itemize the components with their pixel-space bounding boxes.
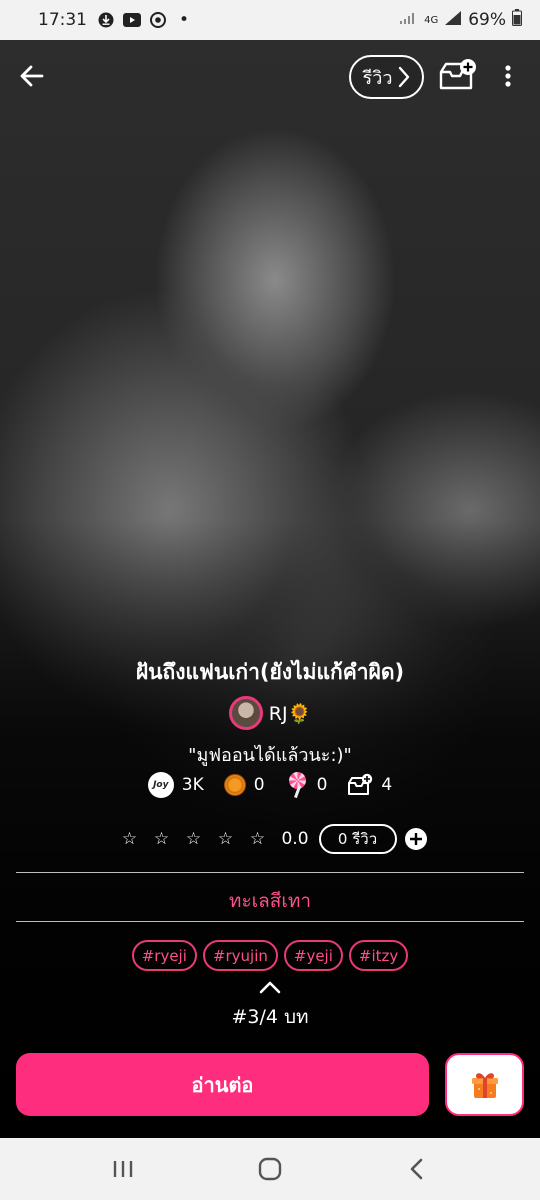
home-button[interactable] xyxy=(245,1149,295,1189)
system-nav-bar xyxy=(0,1138,540,1200)
status-time: 17:31 xyxy=(38,10,87,30)
divider-bottom xyxy=(16,921,524,922)
library-add-icon xyxy=(439,59,476,90)
continue-reading-label: อ่านต่อ xyxy=(191,1072,254,1097)
tag-list: #ryeji #ryujin #yeji #itzy xyxy=(0,940,540,971)
stat-library: 4 xyxy=(347,773,392,797)
add-review-button[interactable] xyxy=(404,828,427,850)
star-icon[interactable]: ☆ xyxy=(150,828,172,850)
stat-coins: 0 xyxy=(223,774,265,796)
coin-count: 0 xyxy=(253,775,265,795)
joy-count: 3K xyxy=(181,775,204,795)
coin-icon xyxy=(223,774,246,796)
mute-signal-icon xyxy=(398,10,418,31)
rating-value: 0.0 xyxy=(281,829,309,849)
add-to-library-button[interactable] xyxy=(438,56,478,96)
star-icon[interactable]: ☆ xyxy=(214,828,236,850)
tag-chip[interactable]: #yeji xyxy=(283,940,343,971)
chevron-up-icon xyxy=(259,981,281,994)
status-dot: • xyxy=(178,10,190,30)
youtube-notification-icon xyxy=(123,12,141,28)
recent-apps-button[interactable] xyxy=(98,1149,148,1189)
review-count-button[interactable]: 0 รีวิว xyxy=(318,824,397,854)
joy-icon: Joy xyxy=(147,772,174,798)
category-link[interactable]: ทะเลสีเทา xyxy=(0,886,540,916)
rating-row: ☆ ☆ ☆ ☆ ☆ 0.0 0 รีวิว xyxy=(0,824,540,854)
review-button[interactable]: รีวิว xyxy=(349,55,424,99)
cell-signal-icon xyxy=(444,10,462,31)
star-icon[interactable]: ☆ xyxy=(182,828,204,850)
story-title: ฝันถึงแฟนเก่า(ยังไม่แก้คำผิด) xyxy=(135,660,405,684)
gift-button[interactable] xyxy=(445,1053,524,1116)
battery-percent: 69% xyxy=(468,10,506,30)
home-icon xyxy=(258,1157,282,1181)
continue-reading-button[interactable]: อ่านต่อ xyxy=(16,1053,429,1116)
author-avatar[interactable] xyxy=(228,696,263,730)
plus-icon xyxy=(409,833,422,845)
star-icon[interactable]: ☆ xyxy=(118,828,140,850)
chrome-notification-icon xyxy=(149,12,167,28)
lollipop-count: 0 xyxy=(316,775,328,795)
author-link[interactable]: RJ🌻 xyxy=(0,696,540,730)
tag-chip[interactable]: #ryeji xyxy=(131,940,197,971)
download-notification-icon xyxy=(97,12,115,28)
status-right: 4G 69% xyxy=(398,9,522,31)
stat-joy: Joy 3K xyxy=(147,772,204,798)
review-button-label: รีวิว xyxy=(362,67,393,89)
library-count: 4 xyxy=(381,775,393,795)
divider-top xyxy=(16,872,524,873)
arrow-left-icon xyxy=(20,65,44,87)
tag-chip[interactable]: #itzy xyxy=(348,940,409,971)
chevron-right-icon xyxy=(399,66,410,88)
story-stats: Joy 3K 0 0 4 xyxy=(0,772,540,798)
star-icon[interactable]: ☆ xyxy=(246,828,268,850)
more-vertical-icon xyxy=(505,65,511,87)
more-options-button[interactable] xyxy=(494,56,522,96)
author-name[interactable]: RJ🌻 xyxy=(269,702,311,725)
status-bar: 17:31 • 4G 69% xyxy=(0,0,540,40)
library-icon xyxy=(347,773,373,797)
system-back-button[interactable] xyxy=(392,1149,442,1189)
chapter-progress[interactable]: #3/4 บท xyxy=(0,1002,540,1032)
gift-icon xyxy=(471,1072,498,1098)
tag-chip[interactable]: #ryujin xyxy=(202,940,278,971)
recents-icon xyxy=(114,1161,133,1177)
chapter-expand-button[interactable] xyxy=(253,978,287,996)
back-chevron-icon xyxy=(410,1158,422,1180)
lollipop-icon xyxy=(285,772,309,798)
network-type: 4G xyxy=(424,14,439,26)
stat-lollipops: 0 xyxy=(285,772,328,798)
story-tagline: "มูฟออนได้แล้วนะ:)" xyxy=(188,745,352,766)
back-button[interactable] xyxy=(12,56,52,96)
battery-icon xyxy=(512,9,522,31)
